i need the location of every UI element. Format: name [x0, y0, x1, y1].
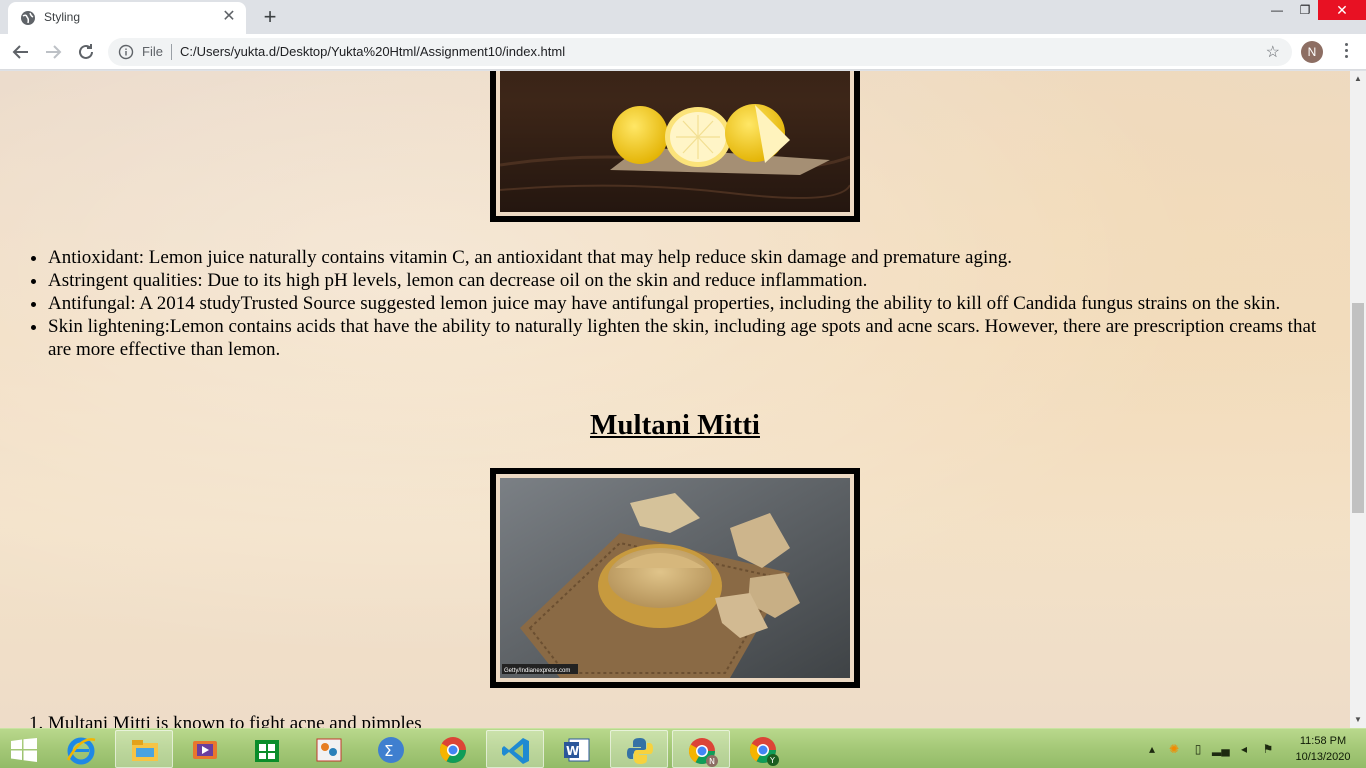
word-icon[interactable]: W	[548, 730, 606, 768]
browser-tab[interactable]: Styling ✕	[8, 2, 246, 34]
forward-arrow-icon[interactable]	[41, 40, 65, 64]
paint-icon[interactable]	[300, 730, 358, 768]
reload-icon[interactable]	[74, 40, 98, 64]
list-item: Multani Mitti is known to fight acne and…	[48, 712, 1323, 728]
profile-avatar[interactable]: N	[1301, 41, 1323, 63]
maximize-button[interactable]: ❐	[1290, 0, 1320, 20]
windows-taskbar: Σ W N Y ▴ ✺ ▯ ▂▄ ◂ ⚑ 11:58 PM 10/13/2020	[0, 728, 1366, 768]
scroll-thumb[interactable]	[1352, 303, 1364, 513]
vscode-icon[interactable]	[486, 730, 544, 768]
vertical-scrollbar[interactable]: ▲ ▼	[1350, 71, 1366, 728]
scheme-label: File	[142, 44, 163, 59]
list-item: Astringent qualities: Due to its high pH…	[48, 269, 1323, 292]
globe-icon	[20, 10, 36, 26]
lemon-image-frame	[490, 71, 860, 222]
python-icon[interactable]	[610, 730, 668, 768]
svg-text:Σ: Σ	[384, 742, 393, 760]
list-item: Antioxidant: Lemon juice naturally conta…	[48, 246, 1323, 269]
svg-text:N: N	[709, 757, 715, 766]
file-explorer-icon[interactable]	[115, 730, 173, 768]
scroll-up-arrow-icon[interactable]: ▲	[1350, 71, 1366, 87]
image-credit-caption: Getty/Indianexpress.com	[504, 668, 570, 674]
show-hidden-icons-icon[interactable]: ▴	[1144, 741, 1160, 757]
chrome-icon[interactable]	[424, 730, 482, 768]
new-tab-button[interactable]: +	[258, 6, 282, 30]
chrome-profile-y-icon[interactable]: Y	[734, 730, 792, 768]
tab-strip: Styling ✕ + — ❐ ✕	[0, 0, 1366, 34]
volume-icon[interactable]: ◂	[1236, 741, 1252, 757]
list-item: Skin lightening:Lemon contains acids tha…	[48, 315, 1323, 361]
start-button[interactable]	[0, 730, 50, 768]
chrome-profile-n-icon[interactable]: N	[672, 730, 730, 768]
clock-time: 11:58 PM	[1299, 735, 1347, 747]
bookmark-star-icon[interactable]: ☆	[1266, 42, 1280, 62]
multani-mitti-image-frame: Getty/Indianexpress.com	[490, 468, 860, 688]
flag-icon[interactable]: ⚑	[1260, 741, 1276, 757]
app-tray-icon[interactable]: ✺	[1166, 741, 1182, 757]
clock[interactable]: 11:58 PM 10/13/2020	[1290, 733, 1356, 765]
close-window-button[interactable]: ✕	[1318, 0, 1366, 20]
section-heading: Multani Mitti	[590, 409, 760, 441]
menu-kebab-icon[interactable]	[1338, 40, 1354, 64]
calculator-icon[interactable]: Σ	[362, 730, 420, 768]
store-icon[interactable]	[238, 730, 296, 768]
svg-text:W: W	[566, 744, 579, 758]
url-text[interactable]: C:/Users/yukta.d/Desktop/Yukta%20Html/As…	[180, 44, 565, 59]
clock-date: 10/13/2020	[1295, 751, 1351, 763]
tab-title: Styling	[44, 10, 81, 24]
windows-logo-icon	[11, 738, 37, 762]
svg-text:Y: Y	[769, 756, 775, 765]
list-item: Antifungal: A 2014 studyTrusted Source s…	[48, 292, 1323, 315]
omnibox-divider	[171, 44, 172, 60]
lemon-benefits-list: Antioxidant: Lemon juice naturally conta…	[48, 246, 1323, 361]
address-bar[interactable]: File C:/Users/yukta.d/Desktop/Yukta%20Ht…	[108, 38, 1292, 66]
tab-close-icon[interactable]: ✕	[220, 8, 238, 26]
minimize-button[interactable]: —	[1262, 0, 1292, 20]
signal-icon[interactable]: ▂▄	[1212, 741, 1230, 757]
multani-mitti-list: Multani Mitti is known to fight acne and…	[48, 712, 1323, 728]
page-viewport: Antioxidant: Lemon juice naturally conta…	[0, 71, 1350, 728]
multani-mitti-image: Getty/Indianexpress.com	[500, 478, 850, 678]
browser-toolbar: File C:/Users/yukta.d/Desktop/Yukta%20Ht…	[0, 34, 1366, 70]
internet-explorer-icon[interactable]	[52, 730, 110, 768]
media-player-icon[interactable]	[176, 730, 234, 768]
lemon-image	[500, 71, 850, 212]
back-arrow-icon[interactable]	[9, 40, 33, 64]
scroll-down-arrow-icon[interactable]: ▼	[1350, 712, 1366, 728]
info-icon[interactable]	[118, 44, 134, 60]
network-device-icon[interactable]: ▯	[1190, 741, 1206, 757]
